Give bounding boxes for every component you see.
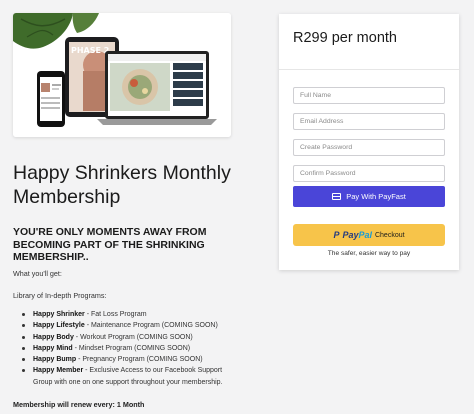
page-title-line-2: Membership	[13, 186, 121, 208]
renewal-period: 1 Month	[116, 400, 145, 409]
program-description: - Pregnancy Program (COMING SOON)	[76, 356, 203, 364]
paypal-checkout-label: Checkout	[374, 231, 405, 239]
program-name: Happy Mind	[33, 344, 73, 352]
card-divider	[279, 69, 459, 70]
subheading-line-2: BECOMING PART OF THE SHRINKING	[13, 238, 205, 251]
program-list-item: Happy Member - Exclusive Access to our F…	[22, 365, 257, 388]
paypal-tagline: The safer, easier way to pay	[327, 250, 411, 257]
program-description: - Workout Program (COMING SOON)	[73, 333, 193, 341]
price-heading: R299 per month	[293, 30, 397, 46]
paypal-checkout-button[interactable]: P PayPal Checkout	[293, 224, 445, 246]
membership-product-image: PHASE 2	[13, 13, 231, 137]
program-name: Happy Member	[33, 367, 84, 375]
renewal-label: Membership will renew every:	[13, 400, 117, 409]
program-name: Happy Body	[33, 333, 74, 341]
credit-card-icon	[332, 193, 342, 200]
program-name: Happy Bump	[33, 356, 77, 364]
renewal-info: Membership will renew every: 1 Month	[13, 400, 144, 409]
program-list-item: Happy Bump - Pregnancy Program (COMING S…	[22, 354, 257, 365]
confirm-password-input[interactable]	[293, 165, 445, 182]
program-library-label: Library of In-depth Programs:	[13, 291, 107, 300]
paypal-logo: PayPal	[342, 230, 372, 240]
program-list: Happy Shrinker - Fat Loss Program Happy …	[22, 309, 257, 388]
subheading-line-1: YOU'RE ONLY MOMENTS AWAY FROM	[13, 226, 207, 238]
page-title-line-1: Happy Shrinkers Monthly	[13, 162, 231, 184]
full-name-input[interactable]	[293, 87, 445, 104]
create-password-input[interactable]	[293, 139, 445, 156]
program-description: - Exclusive Access to our Facebook Suppo…	[83, 367, 223, 375]
tablet-screen-title: PHASE 2	[71, 46, 109, 55]
program-list-item: Happy Shrinker - Fat Loss Program	[22, 309, 257, 320]
paypal-logo-pal: Pal	[358, 230, 372, 240]
payfast-button-label: Pay With PayFast	[346, 192, 406, 201]
page-title: Happy Shrinkers Monthly Membership	[13, 161, 263, 209]
subheading-line-3: MEMBERSHIP..	[13, 251, 89, 263]
program-list-item: Happy Mind - Mindset Program (COMING SOO…	[22, 343, 257, 354]
program-list-item: Happy Body - Workout Program (COMING SOO…	[22, 332, 257, 343]
what-you-get-label: What you'll get:	[13, 269, 62, 278]
checkout-card: R299 per month Pay With PayFast P PayPal…	[279, 14, 459, 270]
program-description: - Fat Loss Program	[84, 311, 147, 318]
devices-mockup-illustration: PHASE 2	[13, 13, 231, 137]
program-description: - Mindset Program (COMING SOON)	[72, 344, 191, 352]
program-description: - Maintenance Program (COMING SOON)	[84, 322, 218, 330]
pay-with-payfast-button[interactable]: Pay With PayFast	[293, 186, 445, 207]
membership-subheading: YOU'RE ONLY MOMENTS AWAY FROM BECOMING P…	[13, 226, 243, 264]
program-list-item: Happy Lifestyle - Maintenance Program (C…	[22, 320, 257, 331]
email-input[interactable]	[293, 113, 445, 130]
paypal-p-icon: P	[333, 230, 340, 240]
program-name: Happy Lifestyle	[33, 322, 85, 330]
paypal-logo-pay: Pay	[342, 230, 359, 240]
program-name: Happy Shrinker	[33, 311, 85, 318]
program-description-continued: Group with one on one support throughout…	[33, 378, 223, 386]
